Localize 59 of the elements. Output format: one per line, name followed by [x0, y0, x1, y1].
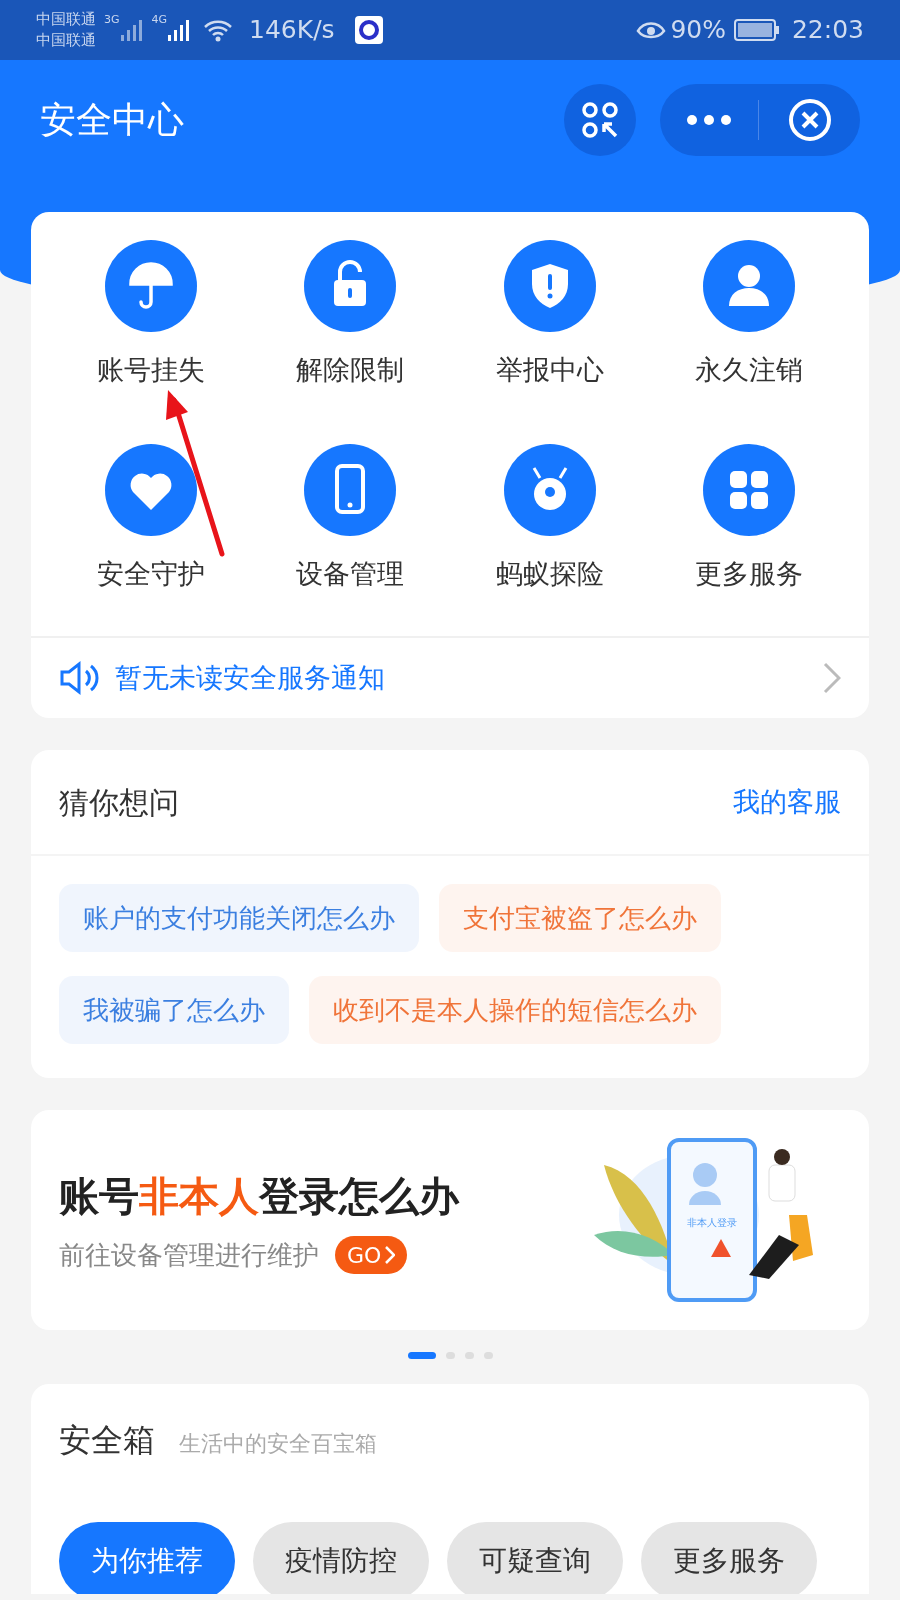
category-tab[interactable]: 可疑查询	[447, 1522, 623, 1594]
unlock-icon	[304, 240, 397, 332]
service-label: 蚂蚁探险	[495, 557, 604, 591]
speaker-icon	[59, 660, 99, 696]
service-item[interactable]: 蚂蚁探险	[450, 444, 650, 592]
carrier-name: 中国联通	[36, 9, 96, 30]
notice-text: 暂无未读安全服务通知	[115, 660, 385, 695]
clock: 22:03	[791, 14, 864, 47]
chevron-right-icon	[385, 1246, 396, 1264]
service-item[interactable]: 账号挂失	[51, 240, 251, 388]
safebox-title: 安全箱	[59, 1420, 155, 1461]
service-item[interactable]: 设备管理	[250, 444, 450, 592]
service-label: 举报中心	[495, 353, 604, 387]
grid-icon	[703, 444, 796, 536]
service-item[interactable]: 举报中心	[450, 240, 650, 388]
banner-card[interactable]: 账号非本人登录怎么办 前往设备管理进行维护 GO 非本人登录	[31, 1110, 869, 1330]
close-icon	[787, 98, 832, 142]
network-label: 4G	[151, 12, 168, 28]
user-icon	[703, 240, 796, 332]
faq-title: 猜你想问	[59, 783, 179, 822]
shield-icon	[503, 240, 596, 332]
service-item[interactable]: 解除限制	[250, 240, 450, 388]
banner-subtitle: 前往设备管理进行维护	[59, 1238, 319, 1272]
service-label: 安全守护	[96, 557, 205, 591]
service-label: 解除限制	[296, 353, 405, 387]
eye-icon	[636, 19, 667, 41]
scan-icon	[580, 100, 620, 140]
illustration-label: 非本人登录	[686, 1216, 738, 1230]
wifi-icon	[203, 18, 234, 42]
service-item[interactable]: 永久注销	[649, 240, 849, 388]
question-chip[interactable]: 账户的支付功能关闭怎么办	[59, 884, 419, 952]
chevron-right-icon	[823, 662, 841, 694]
carrier-name: 中国联通	[36, 30, 96, 51]
umbrella-icon	[104, 240, 197, 332]
service-item[interactable]: 更多服务	[649, 444, 849, 592]
service-label: 永久注销	[695, 353, 804, 387]
battery-percent: 90%	[670, 14, 726, 47]
service-label: 设备管理	[296, 557, 405, 591]
category-tab[interactable]: 为你推荐	[59, 1522, 235, 1594]
app-icon	[354, 16, 383, 44]
network-speed: 146K/s	[249, 14, 335, 47]
service-item[interactable]: 安全守护	[51, 444, 251, 592]
service-label: 账号挂失	[96, 353, 205, 387]
battery-icon	[733, 18, 780, 42]
service-label: 更多服务	[695, 557, 804, 591]
question-chip[interactable]: 我被骗了怎么办	[59, 976, 289, 1044]
banner-title: 账号非本人登录怎么办	[59, 1171, 459, 1221]
category-tab[interactable]: 更多服务	[641, 1522, 817, 1594]
category-tab[interactable]: 疫情防控	[253, 1522, 429, 1594]
signal-icon	[119, 18, 144, 42]
ant-icon	[503, 444, 596, 536]
phone-icon	[304, 444, 397, 536]
customer-service-link[interactable]: 我的客服	[733, 781, 841, 823]
signal-icon	[167, 18, 192, 42]
more-icon	[686, 114, 732, 126]
safebox-subtitle: 生活中的安全百宝箱	[179, 1430, 377, 1458]
notice-row[interactable]: 暂无未读安全服务通知	[31, 636, 869, 718]
network-label: 3G	[104, 12, 120, 28]
page-title: 安全中心	[40, 98, 184, 142]
